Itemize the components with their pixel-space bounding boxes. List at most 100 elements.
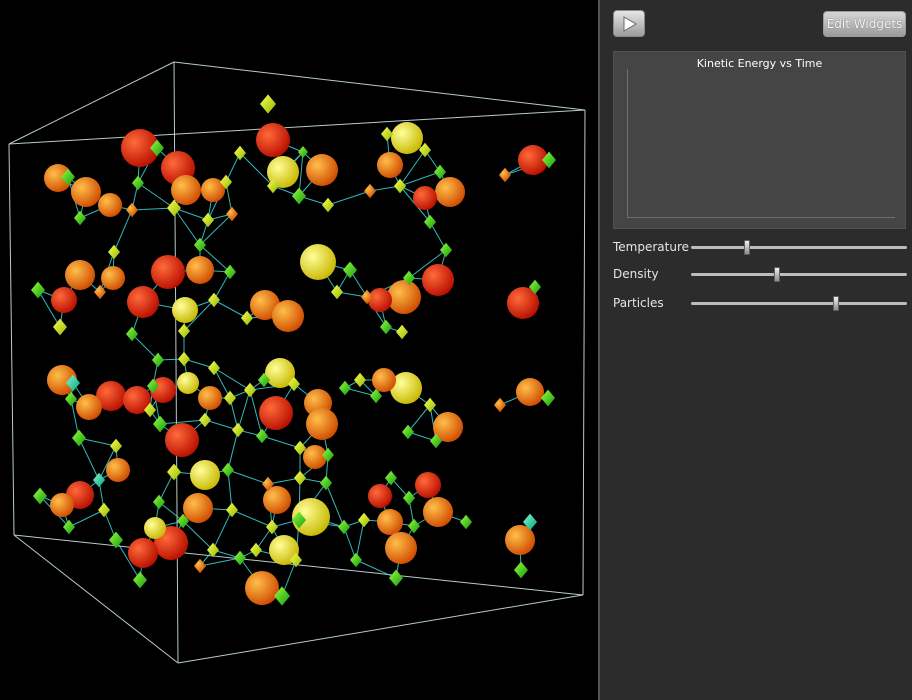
atom-diamond: [153, 494, 165, 510]
temperature-slider-row: Temperature: [613, 238, 908, 258]
atom-diamond: [222, 462, 234, 478]
atom-diamond: [167, 463, 181, 481]
kinetic-energy-chart: Kinetic Energy vs Time: [613, 51, 906, 229]
atom-diamond: [331, 284, 343, 300]
particles-slider[interactable]: [691, 296, 907, 311]
atom-sphere: [245, 571, 279, 605]
atom-diamond: [260, 94, 276, 114]
particle-scene: [8, 61, 586, 664]
bond: [213, 299, 248, 319]
density-slider-row: Density: [613, 265, 908, 285]
atom-diamond: [499, 167, 511, 183]
atom-diamond: [232, 422, 244, 438]
atom-sphere: [186, 256, 214, 284]
atom-sphere: [127, 286, 159, 318]
bond: [407, 404, 431, 433]
atom-diamond: [126, 202, 138, 218]
atom-sphere: [98, 193, 122, 217]
density-slider-thumb[interactable]: [774, 267, 781, 282]
chart-title: Kinetic Energy vs Time: [696, 57, 823, 70]
atom-diamond: [460, 514, 472, 530]
temperature-slider[interactable]: [691, 240, 907, 255]
density-slider[interactable]: [691, 267, 907, 282]
particles-slider-row: Particles: [613, 294, 908, 314]
bond: [204, 419, 239, 431]
chart-x-axis: [627, 217, 895, 218]
atom-diamond: [396, 324, 408, 340]
atom-diamond: [194, 237, 206, 253]
bond: [137, 182, 175, 209]
edit-widgets-button[interactable]: Edit Widgets: [823, 11, 906, 37]
atom-sphere: [435, 177, 465, 207]
atom-diamond: [364, 183, 376, 199]
bond: [227, 429, 239, 471]
atom-diamond: [294, 470, 306, 486]
atom-sphere: [377, 152, 403, 178]
atom-diamond: [133, 571, 147, 589]
bond: [399, 149, 426, 187]
atom-sphere: [71, 177, 101, 207]
atom-diamond: [494, 397, 506, 413]
atom-sphere: [303, 445, 327, 469]
bond: [355, 559, 397, 579]
atom-sphere: [171, 175, 201, 205]
bond: [113, 209, 133, 253]
simulation-box-edges: [8, 61, 586, 664]
atom-sphere: [198, 386, 222, 410]
atom-sphere: [516, 378, 544, 406]
atom-sphere: [377, 509, 403, 535]
atom-sphere: [177, 372, 199, 394]
atom-sphere: [300, 244, 336, 280]
bond: [261, 435, 301, 449]
bond: [327, 190, 371, 206]
atom-diamond: [434, 164, 446, 180]
molecule-3d-viewport[interactable]: [0, 0, 598, 700]
bond: [173, 207, 201, 246]
control-panel: Edit Widgets Kinetic Energy vs Time Temp…: [598, 0, 912, 700]
atom-sphere: [76, 394, 102, 420]
atom-diamond: [354, 372, 366, 388]
atom-sphere: [144, 517, 166, 539]
atom-diamond: [208, 360, 220, 376]
atom-diamond: [152, 352, 164, 368]
atom-diamond: [31, 281, 45, 299]
atom-diamond: [224, 264, 236, 280]
particles-slider-thumb[interactable]: [832, 296, 839, 311]
atom-diamond: [343, 261, 357, 279]
atom-diamond: [514, 561, 528, 579]
chart-y-axis: [627, 69, 628, 217]
play-icon: [623, 16, 637, 32]
bond: [131, 333, 159, 361]
atom-sphere: [306, 154, 338, 186]
atom-diamond: [72, 429, 86, 447]
atom-sphere: [413, 186, 437, 210]
atom-diamond: [93, 472, 105, 488]
atom-diamond: [250, 542, 262, 558]
atom-diamond: [202, 212, 214, 228]
atom-sphere: [391, 122, 423, 154]
atom-sphere: [387, 280, 421, 314]
atom-diamond: [358, 512, 370, 528]
bond: [227, 469, 269, 485]
atom-diamond: [74, 210, 86, 226]
bond: [355, 519, 365, 561]
atom-sphere: [372, 368, 396, 392]
atom-sphere: [306, 408, 338, 440]
bond: [68, 509, 105, 528]
atom-diamond: [153, 415, 167, 433]
atom-diamond: [110, 438, 122, 454]
atom-diamond: [266, 519, 278, 535]
atom-sphere: [165, 423, 199, 457]
play-button[interactable]: [613, 10, 645, 37]
atom-sphere: [51, 287, 77, 313]
temperature-slider-thumb[interactable]: [744, 240, 751, 255]
atom-diamond: [338, 519, 350, 535]
atom-sphere: [172, 297, 198, 323]
atom-sphere: [128, 538, 158, 568]
bond: [237, 389, 251, 431]
atom-diamond: [256, 428, 268, 444]
atom-sphere: [423, 497, 453, 527]
atom-diamond: [350, 552, 362, 568]
atom-sphere: [385, 532, 417, 564]
atom-diamond: [178, 351, 190, 367]
